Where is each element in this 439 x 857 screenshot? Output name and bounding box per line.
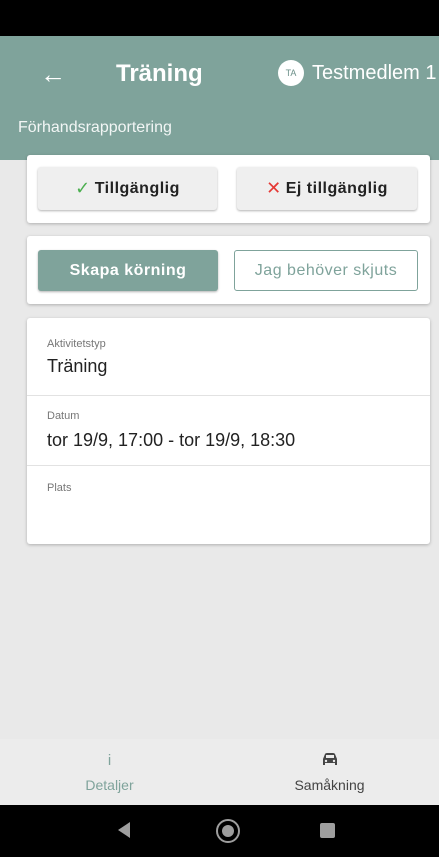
nav-carpool-label: Samåkning (294, 777, 365, 793)
unavailable-label: Ej tillgänglig (285, 179, 388, 197)
unavailable-button[interactable]: ✕ Ej tillgänglig (237, 167, 417, 210)
create-ride-button[interactable]: Skapa körning (38, 250, 218, 291)
available-button[interactable]: ✓ Tillgänglig (38, 167, 217, 210)
cross-icon: ✕ (266, 178, 282, 198)
available-label: Tillgänglig (94, 179, 180, 197)
ride-actions-card: Skapa körning Jag behöver skjuts (27, 236, 430, 304)
avatar: TA (278, 60, 304, 86)
status-bar (0, 0, 439, 36)
date-value: tor 19/9, 17:00 - tor 19/9, 18:30 (47, 430, 296, 450)
check-icon: ✓ (75, 178, 91, 198)
system-recents-icon[interactable] (320, 823, 335, 838)
need-ride-button[interactable]: Jag behöver skjuts (234, 250, 418, 291)
date-field: Datum tor 19/9, 17:00 - tor 19/9, 18:30 (27, 396, 430, 466)
system-navigation-bar (0, 805, 439, 857)
location-field: Plats (27, 466, 430, 544)
nav-details-label: Detaljer (85, 777, 134, 793)
location-label: Plats (47, 482, 72, 494)
activity-details-card: Aktivitetstyp Träning Datum tor 19/9, 17… (27, 318, 430, 544)
activity-type-label: Aktivitetstyp (47, 338, 106, 350)
activity-type-field: Aktivitetstyp Träning (27, 318, 430, 396)
system-back-icon[interactable] (118, 822, 130, 838)
activity-type-value: Träning (47, 356, 108, 376)
nav-carpool-tab[interactable]: Samåkning (220, 739, 439, 805)
arrow-left-icon: ← (40, 59, 66, 89)
date-label: Datum (47, 410, 80, 422)
member-selector[interactable]: TA Testmedlem 1 (278, 58, 437, 88)
back-button[interactable]: ← (40, 56, 80, 92)
info-icon: i (107, 752, 112, 769)
nav-details-tab[interactable]: i Detaljer (0, 739, 219, 805)
page-title: Träning (116, 60, 203, 87)
car-icon (320, 751, 340, 773)
bottom-navigation: i Detaljer Samåkning (0, 739, 439, 805)
member-name: Testmedlem 1 (312, 62, 437, 84)
app-header: ← Träning TA Testmedlem 1 Förhandsrappor… (0, 36, 439, 160)
availability-card: ✓ Tillgänglig ✕ Ej tillgänglig (27, 155, 430, 223)
system-home-icon[interactable] (216, 819, 240, 843)
section-subtitle: Förhandsrapportering (18, 119, 172, 136)
